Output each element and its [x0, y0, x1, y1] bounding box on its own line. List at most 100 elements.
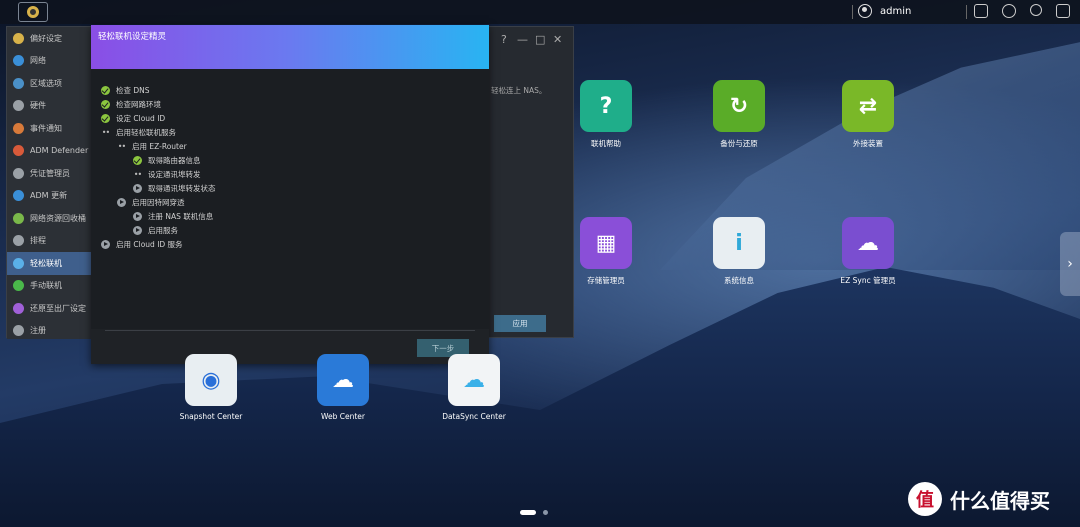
sidebar-item-icon — [13, 302, 24, 314]
wizard-step-label: 注册 NAS 联机信息 — [148, 212, 214, 221]
wizard-steps: 检查 DNS 检查网路环境 设定 Cloud ID •• 启用轻松联机服务 •• 启用 EZ… — [91, 69, 489, 329]
app-label: EZ Sync 管理员 — [840, 276, 896, 285]
desktop-app[interactable]: ☁ DataSync Center — [419, 354, 529, 421]
sidebar-item-icon — [13, 280, 24, 292]
wizard-step: 取得路由器信息 — [133, 155, 201, 166]
wizard-step-label: 取得路由器信息 — [148, 156, 201, 165]
check-icon — [101, 114, 110, 123]
sidebar-item[interactable]: ADM 更新 — [7, 185, 92, 208]
sidebar-item[interactable]: 网络资源回收桶 — [7, 207, 92, 230]
sidebar-item-label: ADM Defender — [30, 146, 89, 156]
desktop-app[interactable]: ↻ 备份与还原 — [684, 80, 794, 149]
search-icon[interactable] — [1030, 4, 1042, 16]
next-page-arrow[interactable]: › — [1060, 232, 1080, 296]
desktop-app[interactable]: ⇄ 外接装置 — [813, 80, 923, 149]
app-label: DataSync Center — [442, 412, 506, 421]
close-icon[interactable]: ✕ — [553, 33, 562, 46]
in-progress-icon: •• — [117, 142, 126, 151]
app-label: 备份与还原 — [720, 139, 758, 148]
check-icon — [101, 100, 110, 109]
wizard-step-label: 启用服务 — [148, 226, 178, 235]
sidebar-item[interactable]: 凭证管理员 — [7, 162, 92, 185]
desktop-app[interactable]: i 系统信息 — [684, 217, 794, 286]
in-progress-icon: •• — [133, 170, 142, 179]
sidebar-item[interactable]: ADM Defender — [7, 140, 92, 163]
sidebar-item[interactable]: 事件通知 — [7, 117, 92, 140]
desktop-app[interactable]: ☁ Web Center — [288, 354, 398, 421]
page-dot-active[interactable] — [520, 510, 536, 515]
sidebar-item[interactable]: 区域选项 — [7, 72, 92, 95]
app-icon: ☁ — [842, 217, 894, 269]
sidebar-item-label: 网络资源回收桶 — [30, 213, 86, 223]
sidebar-item[interactable]: 偏好设定 — [7, 27, 92, 50]
sidebar-item-icon — [13, 100, 24, 112]
desktop-app[interactable]: ◉ Snapshot Center — [156, 354, 266, 421]
desktop-app[interactable]: ? 联机帮助 — [551, 80, 661, 149]
sidebar-item-icon — [13, 32, 24, 44]
sidebar-item[interactable]: 网络 — [7, 50, 92, 73]
wizard-title: 轻松联机设定精灵 — [98, 32, 167, 42]
desktop-app[interactable]: ▦ 存储管理员 — [551, 217, 661, 286]
app-glyph-icon: ◉ — [201, 367, 221, 393]
window-list-icon[interactable] — [1056, 4, 1070, 18]
sidebar-item-label: 硬件 — [30, 101, 46, 111]
sidebar-item[interactable]: 手动联机 — [7, 275, 92, 298]
sidebar-item[interactable]: 轻松联机 — [7, 252, 92, 275]
wizard-step: 注册 NAS 联机信息 — [133, 211, 213, 222]
sidebar-item-icon — [13, 145, 24, 157]
sidebar-item-label: 排程 — [30, 236, 46, 246]
sidebar-item-icon — [13, 77, 24, 89]
sidebar-item-label: 轻松联机 — [30, 258, 62, 268]
sidebar-item-icon — [13, 325, 24, 337]
settings-sidebar: 偏好设定 网络 区域选项硬件事件通知 ADM Defender 凭证管理员 ADM 更新网… — [7, 27, 92, 339]
sidebar-item-label: 注册 — [30, 326, 46, 336]
app-icon: ☁ — [317, 354, 369, 406]
app-label: 联机帮助 — [591, 139, 621, 148]
wizard-step-label: 启用 EZ-Router — [132, 142, 187, 151]
sidebar-item-label: 事件通知 — [30, 123, 62, 133]
app-icon: ▦ — [580, 217, 632, 269]
app-glyph-icon: ? — [599, 93, 613, 119]
settings-taskbar-button[interactable] — [18, 2, 48, 22]
app-label: Snapshot Center — [179, 412, 243, 421]
page-dot[interactable] — [543, 510, 548, 515]
wizard-step: 取得通讯埠转发状态 — [133, 183, 216, 194]
message-icon[interactable] — [974, 4, 988, 18]
pending-icon — [117, 198, 126, 207]
wizard-step-label: 检查网路环境 — [116, 100, 161, 109]
sidebar-item[interactable]: 硬件 — [7, 95, 92, 118]
user-menu[interactable]: admin — [858, 4, 911, 18]
app-glyph-icon: ↻ — [729, 93, 749, 119]
apply-button[interactable]: 应用 — [494, 315, 546, 332]
dashboard-icon[interactable] — [1002, 4, 1016, 18]
app-glyph-icon: ▦ — [595, 230, 617, 256]
app-icon: i — [713, 217, 765, 269]
app-icon: ? — [580, 80, 632, 132]
watermark-logo: 值 什么值得买 — [908, 482, 1050, 516]
divider — [105, 330, 475, 331]
app-label: 存储管理员 — [587, 276, 625, 285]
sidebar-item-icon — [13, 55, 24, 67]
app-glyph-icon: ⇄ — [858, 93, 878, 119]
wizard-step-label: 启用因特网穿透 — [132, 198, 185, 207]
desktop-app[interactable]: ☁ EZ Sync 管理员 — [813, 217, 923, 286]
watermark-text: 什么值得买 — [950, 488, 1050, 513]
minimize-icon[interactable]: — — [517, 33, 528, 46]
sidebar-item-label: 凭证管理员 — [30, 168, 70, 178]
check-icon — [101, 86, 110, 95]
help-icon[interactable]: ? — [501, 33, 507, 46]
sidebar-item-icon — [13, 167, 24, 179]
app-glyph-icon: i — [735, 230, 743, 256]
app-label: 外接装置 — [853, 139, 883, 148]
sidebar-item-icon — [13, 235, 24, 247]
app-icon: ↻ — [713, 80, 765, 132]
sidebar-item[interactable]: 注册 — [7, 320, 92, 343]
wizard-step: 检查网路环境 — [101, 99, 161, 110]
app-glyph-icon: ☁ — [857, 230, 879, 256]
sidebar-item[interactable]: 还原至出厂设定 — [7, 297, 92, 320]
pending-icon — [133, 184, 142, 193]
description-text: 轻松连上 NAS。 — [491, 86, 547, 95]
sidebar-item[interactable]: 排程 — [7, 230, 92, 253]
maximize-icon[interactable]: □ — [535, 33, 545, 46]
wizard-step: 检查 DNS — [101, 85, 150, 96]
